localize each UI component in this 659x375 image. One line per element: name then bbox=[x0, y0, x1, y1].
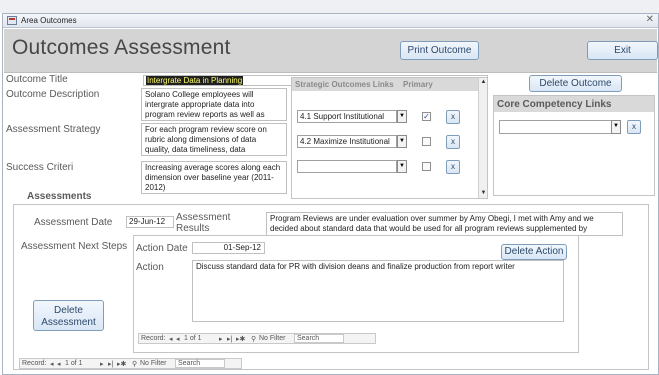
previous-record-icon[interactable]: ◂ bbox=[176, 335, 180, 343]
form-window: Area Outcomes ✕ Outcomes Assessment Prin… bbox=[2, 13, 659, 375]
record-position[interactable]: 1 of 1 bbox=[65, 360, 83, 367]
outcome-title-label: Outcome Title bbox=[6, 74, 68, 85]
assessment-record-navigator: Record: ◂ ◂ 1 of 1 ▸ ▸| ▸✱ ⚲ No Filter S… bbox=[19, 358, 242, 369]
form-header: Outcomes Assessment bbox=[4, 29, 657, 73]
scroll-down-icon[interactable]: ▼ bbox=[479, 189, 488, 198]
record-label: Record: bbox=[22, 360, 47, 367]
strategic-scrollbar[interactable]: ▲ ▼ bbox=[478, 78, 487, 198]
print-outcome-button[interactable]: Print Outcome bbox=[400, 41, 479, 60]
outcome-description-field[interactable]: Solano College employees will intergrate… bbox=[141, 88, 287, 121]
strategic-links-heading: Strategic Outcomes Links bbox=[295, 80, 394, 89]
chevron-down-icon[interactable]: ▼ bbox=[397, 110, 407, 123]
remove-link-button[interactable]: x bbox=[446, 110, 460, 124]
previous-record-icon[interactable]: ◂ bbox=[57, 360, 61, 368]
delete-assessment-button[interactable]: Delete Assessment bbox=[33, 300, 104, 331]
success-criteria-field[interactable]: Increasing average scores along each dim… bbox=[141, 161, 287, 194]
first-record-icon[interactable]: ◂ bbox=[169, 335, 173, 343]
document-tab-strip bbox=[0, 0, 659, 13]
filter-icon[interactable]: ⚲ bbox=[132, 360, 137, 368]
record-search-input[interactable]: Search bbox=[175, 359, 225, 368]
exit-button[interactable]: Exit bbox=[587, 41, 658, 60]
primary-checkbox[interactable] bbox=[422, 162, 431, 171]
outcome-title-value: Intergrate Data in Planning bbox=[146, 76, 244, 85]
assessment-strategy-label: Assessment Strategy bbox=[6, 124, 101, 135]
scroll-up-icon[interactable]: ▲ bbox=[479, 78, 488, 87]
core-competency-subform: Core Competency Links ▼ x bbox=[493, 95, 655, 196]
next-record-icon[interactable]: ▸ bbox=[100, 360, 104, 368]
assessment-results-label: Assessment Results bbox=[176, 212, 231, 234]
last-record-icon[interactable]: ▸| bbox=[108, 360, 113, 368]
primary-checkbox[interactable] bbox=[422, 137, 431, 146]
strategic-link-combo[interactable]: 4.2 Maximize Institutional Effectiveness bbox=[297, 135, 397, 148]
delete-outcome-button[interactable]: Delete Outcome bbox=[529, 75, 622, 92]
filter-icon[interactable]: ⚲ bbox=[251, 335, 256, 343]
remove-competency-button[interactable]: x bbox=[627, 120, 641, 134]
next-record-icon[interactable]: ▸ bbox=[219, 335, 223, 343]
action-date-label: Action Date bbox=[136, 243, 188, 254]
strategic-link-combo[interactable] bbox=[297, 160, 397, 173]
record-position[interactable]: 1 of 1 bbox=[184, 335, 202, 342]
delete-action-button[interactable]: Delete Action bbox=[501, 244, 567, 260]
close-icon[interactable]: ✕ bbox=[646, 14, 654, 25]
assessment-strategy-field[interactable]: For each program review score on rubric … bbox=[141, 123, 287, 156]
form-titlebar: Area Outcomes ✕ bbox=[3, 14, 658, 28]
primary-checkbox[interactable]: ✓ bbox=[422, 112, 431, 121]
success-criteria-label: Success Criteri bbox=[6, 162, 74, 173]
no-filter-label[interactable]: No Filter bbox=[259, 335, 285, 342]
action-label: Action bbox=[136, 262, 164, 273]
assessments-subform: Assessment Date 29-Jun-12 Assessment Res… bbox=[13, 204, 649, 370]
first-record-icon[interactable]: ◂ bbox=[50, 360, 54, 368]
last-record-icon[interactable]: ▸| bbox=[227, 335, 232, 343]
chevron-down-icon[interactable]: ▼ bbox=[397, 160, 407, 173]
core-competency-header: Core Competency Links bbox=[494, 96, 654, 112]
strategic-link-combo[interactable]: 4.1 Support Institutional Effectiveness bbox=[297, 110, 397, 123]
outcome-description-label: Outcome Description bbox=[6, 89, 100, 100]
remove-link-button[interactable]: x bbox=[446, 135, 460, 149]
page-title: Outcomes Assessment bbox=[12, 36, 231, 59]
remove-link-button[interactable]: x bbox=[446, 160, 460, 174]
strategic-subform-header: Strategic Outcomes Links Primary bbox=[292, 78, 478, 91]
form-tab-title[interactable]: Area Outcomes bbox=[21, 16, 77, 25]
assessment-date-field[interactable]: 29-Jun-12 bbox=[126, 216, 174, 228]
assessment-date-label: Assessment Date bbox=[34, 217, 113, 228]
assessment-next-steps-label: Assessment Next Steps bbox=[21, 241, 128, 252]
new-record-icon[interactable]: ▸✱ bbox=[236, 335, 245, 343]
record-label: Record: bbox=[141, 335, 166, 342]
core-competency-heading: Core Competency Links bbox=[497, 99, 612, 110]
chevron-down-icon[interactable]: ▼ bbox=[397, 135, 407, 148]
no-filter-label[interactable]: No Filter bbox=[140, 360, 166, 367]
action-field[interactable]: Discuss standard data for PR with divisi… bbox=[192, 260, 564, 322]
record-search-input[interactable]: Search bbox=[294, 334, 344, 343]
primary-heading: Primary bbox=[403, 80, 433, 89]
form-icon bbox=[7, 16, 17, 25]
new-record-icon[interactable]: ▸✱ bbox=[117, 360, 126, 368]
core-competency-combo[interactable] bbox=[499, 120, 617, 134]
assessments-heading: Assessments bbox=[27, 191, 92, 202]
action-date-field[interactable]: 01-Sep-12 bbox=[192, 242, 265, 254]
action-record-navigator: Record: ◂ ◂ 1 of 1 ▸ ▸| ▸✱ ⚲ No Filter S… bbox=[138, 333, 376, 344]
assessment-results-field[interactable]: Program Reviews are under evaluation ove… bbox=[266, 212, 623, 236]
chevron-down-icon[interactable]: ▼ bbox=[611, 120, 621, 134]
strategic-outcomes-subform: Strategic Outcomes Links Primary 4.1 Sup… bbox=[291, 77, 488, 199]
